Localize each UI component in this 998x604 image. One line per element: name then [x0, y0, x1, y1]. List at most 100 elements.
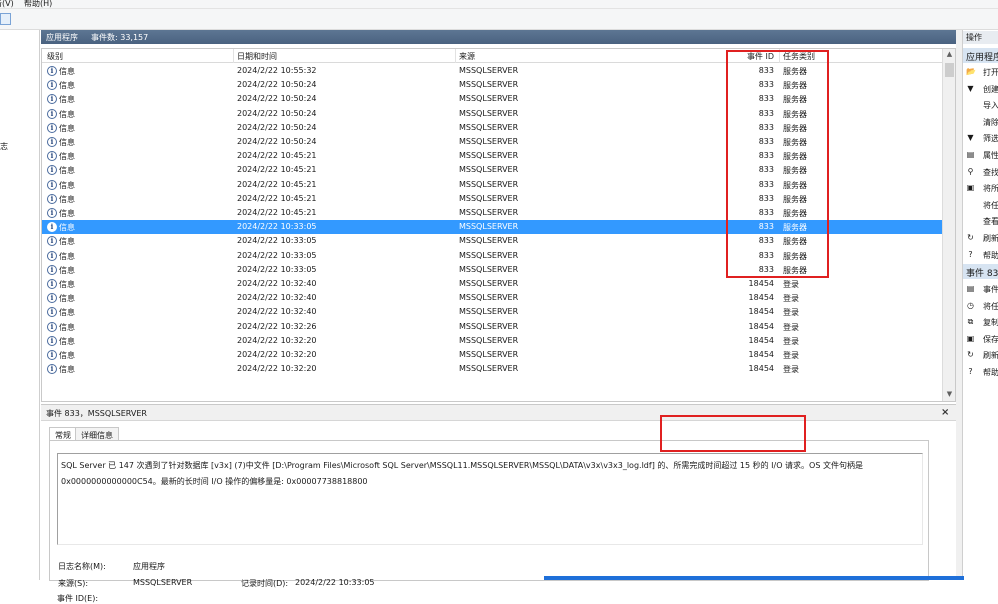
action-label: 帮助 — [983, 368, 998, 377]
info-icon: i — [47, 94, 57, 105]
row-event-id: 18454 — [748, 293, 774, 303]
general-panel: SQL Server 已 147 次遇到了针对数据库 [v3x] (7)中文件 … — [49, 440, 929, 588]
action-item[interactable]: ⧉ 复制 — [963, 314, 998, 329]
actions-section-log[interactable]: 应用程序 — [963, 48, 998, 63]
menu-help[interactable]: 帮助(H) — [24, 0, 52, 9]
help-icon: ? — [968, 249, 973, 259]
action-item[interactable]: ▤ 事件属性 — [963, 281, 998, 296]
action-item[interactable]: ▣ 将所有事件另存为... — [963, 180, 998, 195]
blank-icon — [966, 216, 975, 225]
column-separator[interactable] — [455, 49, 456, 63]
row-event-id: 18454 — [748, 335, 774, 345]
table-row[interactable]: i 信息 2024/2/22 10:32:40 MSSQLSERVER 18454 登录 — [42, 305, 942, 319]
column-level[interactable]: 级别 — [47, 51, 63, 62]
row-datetime: 2024/2/22 10:45:21 — [237, 193, 317, 203]
row-level: 信息 — [59, 265, 75, 275]
detail-title: 事件 833，MSSQLSERVER — [46, 409, 147, 418]
column-source[interactable]: 来源 — [459, 51, 475, 62]
action-item[interactable]: 导入自定义视图... — [963, 97, 998, 112]
action-item[interactable]: ? 帮助 — [963, 364, 998, 379]
row-source: MSSQLSERVER — [459, 364, 519, 374]
log-name-value: 应用程序 — [133, 562, 165, 571]
actions-section-event[interactable]: 事件 833，MSSQLSERVER — [963, 264, 998, 279]
filter-create-icon: ▼ — [967, 83, 974, 93]
action-item[interactable]: ? 帮助 — [963, 247, 998, 262]
show-pane-icon[interactable] — [0, 13, 11, 25]
detail-title-bar: 事件 833，MSSQLSERVER × — [41, 405, 956, 421]
action-item[interactable]: ↻ 刷新 — [963, 230, 998, 245]
toolbar — [0, 9, 998, 30]
action-item[interactable]: 清除日志... — [963, 114, 998, 129]
row-source: MSSQLSERVER — [459, 293, 519, 303]
column-separator[interactable] — [233, 49, 234, 63]
help-icon: ? — [968, 367, 973, 376]
row-level: 信息 — [59, 209, 75, 218]
actions-header-label: 操作 — [966, 33, 982, 42]
row-datetime: 2024/2/22 10:33:05 — [237, 222, 317, 232]
row-source: MSSQLSERVER — [459, 350, 519, 359]
row-level: 信息 — [59, 152, 75, 162]
copy-icon: ⧉ — [967, 317, 974, 327]
menu-view[interactable]: 查看(V) — [0, 0, 14, 9]
table-row[interactable]: i 信息 2024/2/22 10:32:26 MSSQLSERVER 18454 登录 — [42, 320, 942, 334]
row-datetime: 2024/2/22 10:32:40 — [237, 279, 317, 288]
action-item[interactable]: ▤ 属性 — [963, 147, 998, 162]
row-level: 信息 — [59, 81, 75, 91]
row-source: MSSQLSERVER — [459, 80, 519, 90]
info-icon: i — [47, 293, 57, 304]
row-datetime: 2024/2/22 10:45:21 — [237, 179, 317, 189]
tree-item-fragment[interactable]: 志 — [0, 141, 8, 152]
action-item[interactable]: ▼ 筛选当前日志... — [963, 130, 998, 145]
close-icon[interactable]: × — [941, 407, 949, 418]
row-level: 信息 — [59, 351, 75, 360]
row-source: MSSQLSERVER — [459, 321, 519, 331]
menu-bar: 查看(V) 帮助(H) — [0, 0, 998, 9]
action-item[interactable]: ↻ 刷新 — [963, 347, 998, 362]
list-scrollbar[interactable]: ▲ ▼ — [942, 49, 955, 401]
action-item[interactable]: ◷ 将任务附加到此事件... — [963, 298, 998, 313]
row-level: 信息 — [59, 194, 75, 204]
table-row[interactable]: i 信息 2024/2/22 10:32:40 MSSQLSERVER 18454 登录 — [42, 291, 942, 305]
table-row[interactable]: i 信息 2024/2/22 10:32:20 MSSQLSERVER 18454 登录 — [42, 334, 942, 348]
table-row[interactable]: i 信息 2024/2/22 10:32:20 MSSQLSERVER 18454 登录 — [42, 362, 942, 376]
table-row[interactable]: i 信息 2024/2/22 10:32:40 MSSQLSERVER 18454 登录 — [42, 277, 942, 291]
info-icon: i — [47, 222, 57, 233]
scroll-thumb[interactable] — [945, 63, 954, 77]
blank-icon — [966, 200, 975, 209]
blank-icon — [966, 117, 975, 126]
event-detail-pane: 事件 833，MSSQLSERVER × 常规 详细信息 SQL Server … — [41, 404, 956, 603]
action-label: 将所有事件另存为... — [983, 184, 998, 194]
action-label: 导入自定义视图... — [983, 101, 998, 111]
highlight-event-id-box — [726, 50, 829, 278]
event-message-box[interactable]: SQL Server 已 147 次遇到了针对数据库 [v3x] (7)中文件 … — [57, 453, 923, 545]
action-label: 帮助 — [983, 250, 998, 260]
tab-details[interactable]: 详细信息 — [75, 427, 119, 441]
navigation-tree[interactable]: 志 — [0, 30, 40, 580]
row-datetime: 2024/2/22 10:32:20 — [237, 335, 317, 345]
row-source: MSSQLSERVER — [459, 137, 519, 146]
row-datetime: 2024/2/22 10:32:20 — [237, 364, 317, 374]
action-item[interactable]: ▼ 创建自定义视图... — [963, 81, 998, 96]
refresh-icon: ↻ — [967, 350, 974, 360]
row-source: MSSQLSERVER — [459, 165, 519, 175]
find-icon: ⚲ — [967, 166, 974, 176]
attach-task-icon: ◷ — [967, 300, 974, 310]
actions-pane: 操作 应用程序 📂 打开保存的日志... ▼ 创建自定义视图... 导入自定义视图...… — [962, 30, 998, 580]
column-datetime[interactable]: 日期和时间 — [237, 51, 277, 62]
action-item[interactable]: 将任务附加到此日志... — [963, 197, 998, 212]
row-datetime: 2024/2/22 10:32:40 — [237, 293, 317, 303]
action-label: 事件属性 — [983, 285, 998, 294]
row-level: 信息 — [59, 138, 75, 147]
action-item[interactable]: 📂 打开保存的日志... — [963, 64, 998, 79]
scroll-up-icon[interactable]: ▲ — [944, 50, 955, 60]
row-level: 信息 — [59, 280, 75, 289]
action-item[interactable]: ▣ 保存选择的事件... — [963, 331, 998, 346]
action-item[interactable]: ⚲ 查找... — [963, 164, 998, 179]
scroll-down-icon[interactable]: ▼ — [944, 390, 955, 400]
row-task: 登录 — [783, 308, 799, 318]
row-event-id: 18454 — [748, 364, 774, 374]
action-item[interactable]: 查看 — [963, 213, 998, 228]
table-row[interactable]: i 信息 2024/2/22 10:32:20 MSSQLSERVER 18454 登录 — [42, 348, 942, 362]
tab-general[interactable]: 常规 — [49, 427, 77, 441]
row-level: 信息 — [59, 294, 75, 304]
